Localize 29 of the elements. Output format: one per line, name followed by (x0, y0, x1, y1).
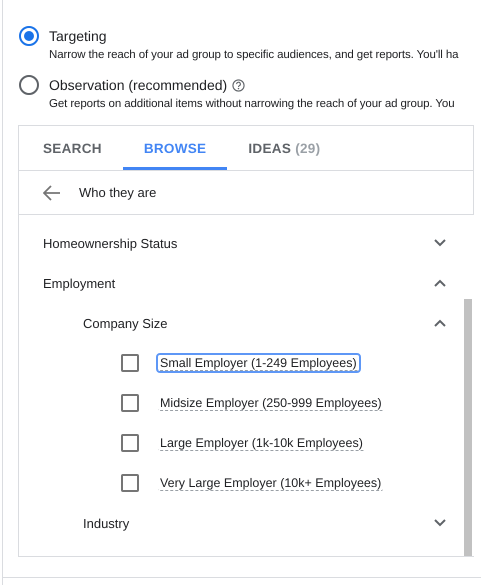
chevron-down-icon[interactable] (434, 239, 446, 247)
category-label[interactable]: Company Size (83, 316, 434, 330)
checkbox[interactable] (121, 354, 139, 372)
option-label[interactable]: Small Employer (1-249 Employees) (158, 355, 359, 371)
tab[interactable]: IDEAS (29) (227, 126, 342, 170)
option-description: Narrow the reach of your ad group to specific audiences, and get reports. You'll ha (49, 49, 460, 61)
checkbox[interactable] (121, 394, 139, 412)
back-arrow-icon[interactable] (43, 184, 61, 200)
checkbox[interactable] (121, 474, 139, 492)
chevron-up-icon[interactable] (434, 279, 446, 287)
checkbox[interactable] (121, 434, 139, 452)
chevron-up-icon[interactable] (434, 319, 446, 327)
category-label[interactable]: Employment (43, 276, 434, 290)
option-label[interactable]: Large Employer (1k-10k Employees) (158, 435, 365, 451)
radio-button[interactable] (19, 75, 39, 95)
option-label[interactable]: Very Large Employer (10k+ Employees) (158, 475, 384, 491)
help-icon[interactable] (232, 78, 246, 92)
category-label[interactable]: Homeownership Status (43, 236, 434, 250)
option-title: Observation (recommended) (49, 77, 228, 93)
option-label[interactable]: Midsize Employer (250-999 Employees) (158, 395, 384, 411)
chevron-down-icon[interactable] (434, 519, 446, 527)
option-description: Get reports on additional items without narrowing the reach of your ad group. You (49, 98, 456, 110)
tab[interactable]: BROWSE (122, 126, 228, 170)
option-title: Targeting (49, 28, 107, 44)
category-label[interactable]: Industry (83, 516, 434, 530)
breadcrumb-label: Who they are (79, 185, 156, 200)
radio-button[interactable] (19, 26, 39, 46)
scrollbar[interactable] (464, 299, 472, 556)
tab[interactable]: SEARCH (22, 126, 123, 170)
